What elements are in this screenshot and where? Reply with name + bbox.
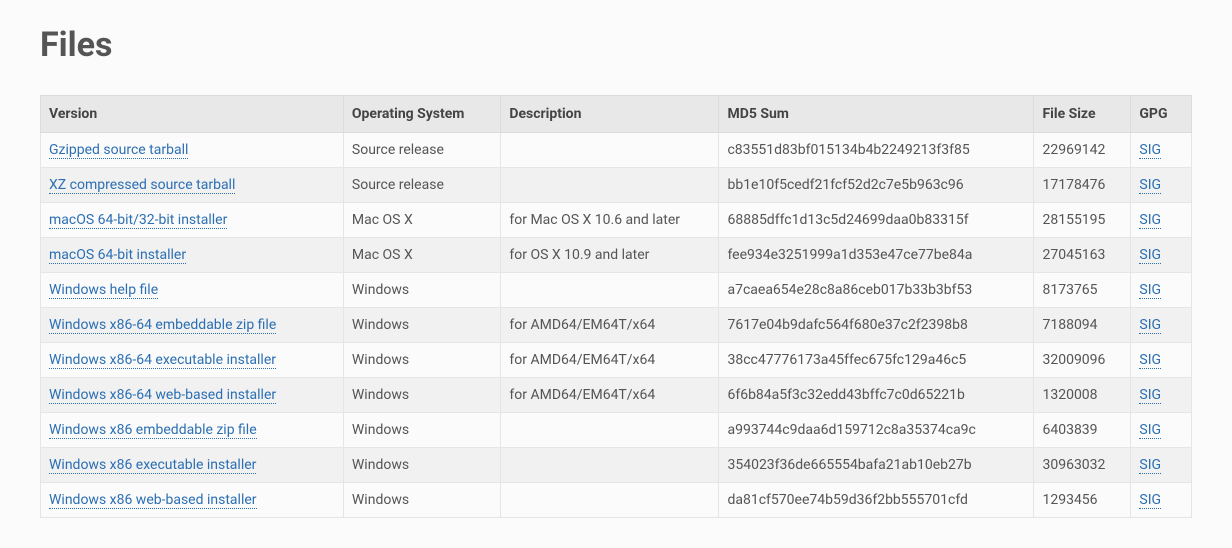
description-cell: for AMD64/EM64T/x64 [501,378,719,413]
os-cell: Windows [343,413,501,448]
size-cell: 32009096 [1034,343,1131,378]
size-cell: 1320008 [1034,378,1131,413]
os-cell: Windows [343,308,501,343]
md5-cell: a7caea654e28c8a86ceb017b33b3bf53 [719,273,1034,308]
os-cell: Mac OS X [343,203,501,238]
description-cell: for AMD64/EM64T/x64 [501,308,719,343]
header-md5: MD5 Sum [719,96,1034,133]
size-cell: 8173765 [1034,273,1131,308]
description-cell: for Mac OS X 10.6 and later [501,203,719,238]
gpg-sig-link[interactable]: SIG [1139,492,1161,509]
md5-cell: 7617e04b9dafc564f680e37c2f2398b8 [719,308,1034,343]
version-link[interactable]: Gzipped source tarball [49,142,188,159]
description-cell: for AMD64/EM64T/x64 [501,343,719,378]
md5-cell: c83551d83bf015134b4b2249213f3f85 [719,133,1034,168]
version-link[interactable]: Windows x86 embeddable zip file [49,422,257,439]
size-cell: 1293456 [1034,483,1131,518]
gpg-sig-link[interactable]: SIG [1139,177,1161,194]
size-cell: 6403839 [1034,413,1131,448]
md5-cell: bb1e10f5cedf21fcf52d2c7e5b963c96 [719,168,1034,203]
header-size: File Size [1034,96,1131,133]
size-cell: 22969142 [1034,133,1131,168]
version-link[interactable]: XZ compressed source tarball [49,177,235,194]
description-cell [501,133,719,168]
md5-cell: 68885dffc1d13c5d24699daa0b83315f [719,203,1034,238]
gpg-sig-link[interactable]: SIG [1139,422,1161,439]
table-row: XZ compressed source tarball Source relea… [41,168,1192,203]
version-link[interactable]: Windows x86-64 web-based installer [49,387,276,404]
version-link[interactable]: macOS 64-bit/32-bit installer [49,212,227,229]
os-cell: Windows [343,273,501,308]
version-link[interactable]: Windows help file [49,282,158,299]
size-cell: 28155195 [1034,203,1131,238]
description-cell [501,413,719,448]
os-cell: Windows [343,483,501,518]
md5-cell: 354023f36de665554bafa21ab10eb27b [719,448,1034,483]
gpg-sig-link[interactable]: SIG [1139,142,1161,159]
header-description: Description [501,96,719,133]
os-cell: Source release [343,168,501,203]
size-cell: 17178476 [1034,168,1131,203]
table-row: Windows x86 embeddable zip file Windows a9… [41,413,1192,448]
table-row: macOS 64-bit installer Mac OS Xfor OS X 1… [41,238,1192,273]
header-version: Version [41,96,344,133]
description-cell [501,168,719,203]
md5-cell: fee934e3251999a1d353e47ce77be84a [719,238,1034,273]
gpg-sig-link[interactable]: SIG [1139,352,1161,369]
os-cell: Windows [343,448,501,483]
table-header-row: Version Operating System Description MD5… [41,96,1192,133]
table-row: Windows x86-64 web-based installer Window… [41,378,1192,413]
description-cell [501,483,719,518]
md5-cell: 6f6b84a5f3c32edd43bffc7c0d65221b [719,378,1034,413]
os-cell: Source release [343,133,501,168]
description-cell [501,273,719,308]
os-cell: Mac OS X [343,238,501,273]
table-row: Windows x86-64 embeddable zip file Window… [41,308,1192,343]
version-link[interactable]: Windows x86 web-based installer [49,492,257,509]
gpg-sig-link[interactable]: SIG [1139,387,1161,404]
md5-cell: 38cc47776173a45ffec675fc129a46c5 [719,343,1034,378]
os-cell: Windows [343,343,501,378]
size-cell: 30963032 [1034,448,1131,483]
description-cell: for OS X 10.9 and later [501,238,719,273]
md5-cell: da81cf570ee74b59d36f2bb555701cfd [719,483,1034,518]
gpg-sig-link[interactable]: SIG [1139,212,1161,229]
size-cell: 27045163 [1034,238,1131,273]
table-row: Windows x86 web-based installer Windows da… [41,483,1192,518]
version-link[interactable]: Windows x86-64 embeddable zip file [49,317,276,334]
header-gpg: GPG [1131,96,1192,133]
table-row: macOS 64-bit/32-bit installer Mac OS Xfor… [41,203,1192,238]
description-cell [501,448,719,483]
table-row: Windows x86-64 executable installer Windo… [41,343,1192,378]
page-title: Files [40,25,1192,65]
gpg-sig-link[interactable]: SIG [1139,317,1161,334]
table-row: Windows help file Windows a7caea654e28c8a8… [41,273,1192,308]
md5-cell: a993744c9daa6d159712c8a35374ca9c [719,413,1034,448]
header-os: Operating System [343,96,501,133]
version-link[interactable]: Windows x86 executable installer [49,457,256,474]
files-table: Version Operating System Description MD5… [40,95,1192,518]
version-link[interactable]: macOS 64-bit installer [49,247,186,264]
size-cell: 7188094 [1034,308,1131,343]
os-cell: Windows [343,378,501,413]
table-row: Windows x86 executable installer Windows 3… [41,448,1192,483]
gpg-sig-link[interactable]: SIG [1139,457,1161,474]
table-row: Gzipped source tarball Source release c835… [41,133,1192,168]
version-link[interactable]: Windows x86-64 executable installer [49,352,276,369]
gpg-sig-link[interactable]: SIG [1139,282,1161,299]
gpg-sig-link[interactable]: SIG [1139,247,1161,264]
